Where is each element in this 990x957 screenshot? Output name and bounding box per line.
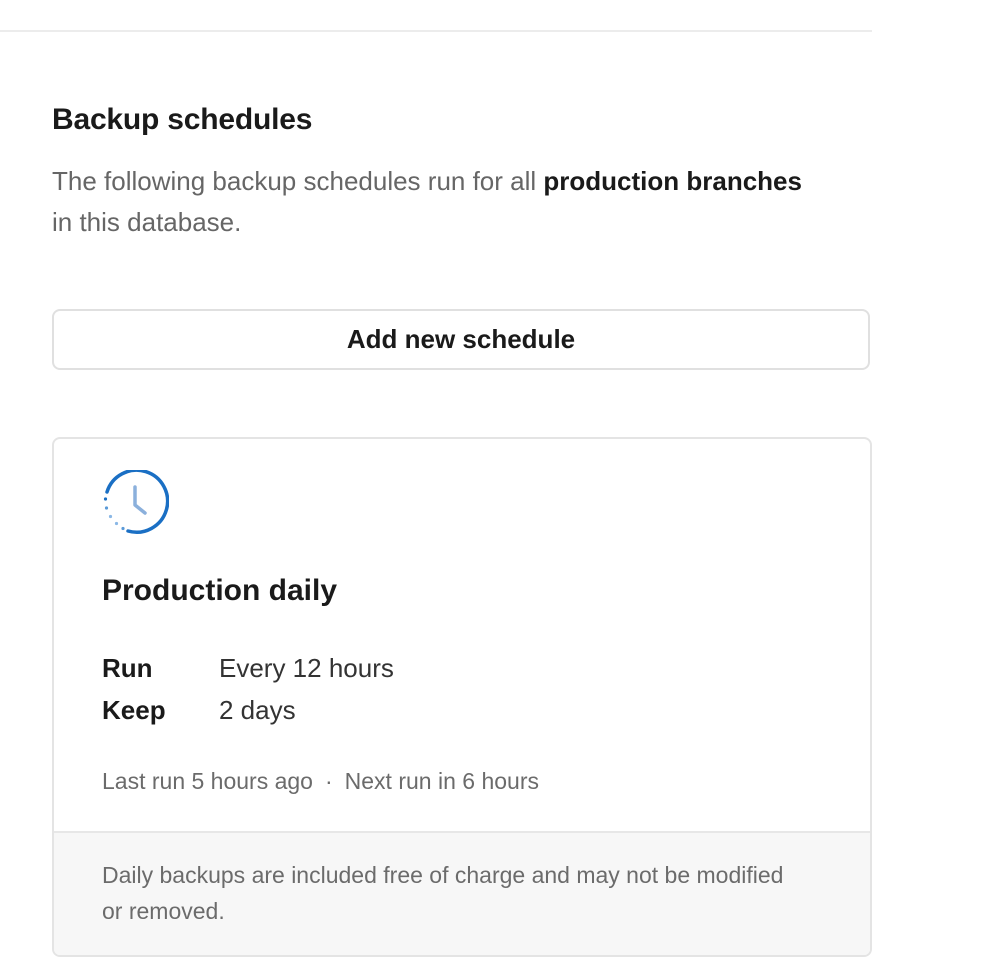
last-run-text: Last run 5 hours ago (102, 768, 313, 794)
top-divider (0, 30, 872, 32)
description-bold: production branches (543, 166, 802, 196)
add-new-schedule-button[interactable]: Add new schedule (52, 309, 870, 370)
detail-label: Keep (102, 695, 166, 725)
section-description: The following backup schedules run for a… (52, 161, 812, 243)
card-footer: Daily backups are included free of charg… (54, 831, 870, 955)
schedule-title: Production daily (102, 574, 338, 607)
clock-icon (101, 468, 170, 538)
section-title: Backup schedules (52, 103, 313, 136)
schedule-card: Production daily Run Every 12 hours Keep… (52, 437, 872, 957)
meta-separator: · (324, 768, 333, 794)
detail-row-keep: Keep 2 days (102, 693, 296, 727)
detail-value: Every 12 hours (219, 653, 394, 683)
description-prefix: The following backup schedules run for a… (52, 166, 544, 196)
next-run-text: Next run in 6 hours (344, 768, 539, 794)
run-meta: Last run 5 hours ago · Next run in 6 hou… (102, 765, 539, 797)
detail-value: 2 days (219, 695, 296, 725)
backup-schedules-section: Backup schedules The following backup sc… (52, 100, 872, 243)
description-suffix: in this database. (52, 207, 242, 237)
footer-note: Daily backups are included free of charg… (102, 862, 784, 924)
detail-label: Run (102, 653, 153, 683)
detail-row-run: Run Every 12 hours (102, 651, 394, 685)
